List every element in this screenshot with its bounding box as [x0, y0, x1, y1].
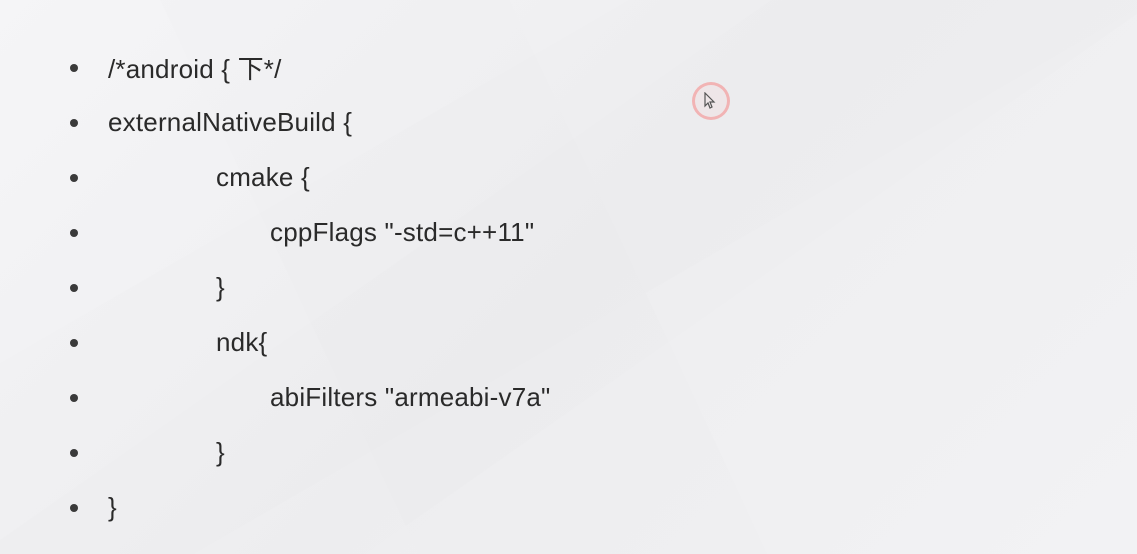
bullet-icon: [70, 394, 78, 402]
code-text: cppFlags "-std=c++11": [108, 217, 534, 248]
bullet-icon: [70, 284, 78, 292]
code-line: }: [70, 480, 1137, 535]
code-text: abiFilters "armeabi-v7a": [108, 382, 550, 413]
bullet-icon: [70, 339, 78, 347]
code-text: cmake {: [108, 162, 310, 193]
code-text: externalNativeBuild {: [108, 107, 352, 138]
code-text: }: [108, 492, 117, 523]
code-line: cmake {: [70, 150, 1137, 205]
bullet-icon: [70, 229, 78, 237]
bullet-icon: [70, 449, 78, 457]
code-text: ndk{: [108, 327, 267, 358]
cursor-highlight-icon: [692, 82, 730, 120]
code-line: }: [70, 425, 1137, 480]
code-text: }: [108, 437, 225, 468]
code-line: }: [70, 260, 1137, 315]
code-text: }: [108, 272, 225, 303]
bullet-icon: [70, 504, 78, 512]
bullet-icon: [70, 174, 78, 182]
slide-content: /*android { 下*/ externalNativeBuild { cm…: [0, 0, 1137, 535]
code-line: externalNativeBuild {: [70, 95, 1137, 150]
cursor-arrow-icon: [704, 92, 718, 110]
code-line: cppFlags "-std=c++11": [70, 205, 1137, 260]
bullet-icon: [70, 119, 78, 127]
code-line: ndk{: [70, 315, 1137, 370]
code-text: /*android { 下*/: [108, 49, 282, 86]
code-line: /*android { 下*/: [70, 40, 1137, 95]
code-line: abiFilters "armeabi-v7a": [70, 370, 1137, 425]
bullet-icon: [70, 64, 78, 72]
